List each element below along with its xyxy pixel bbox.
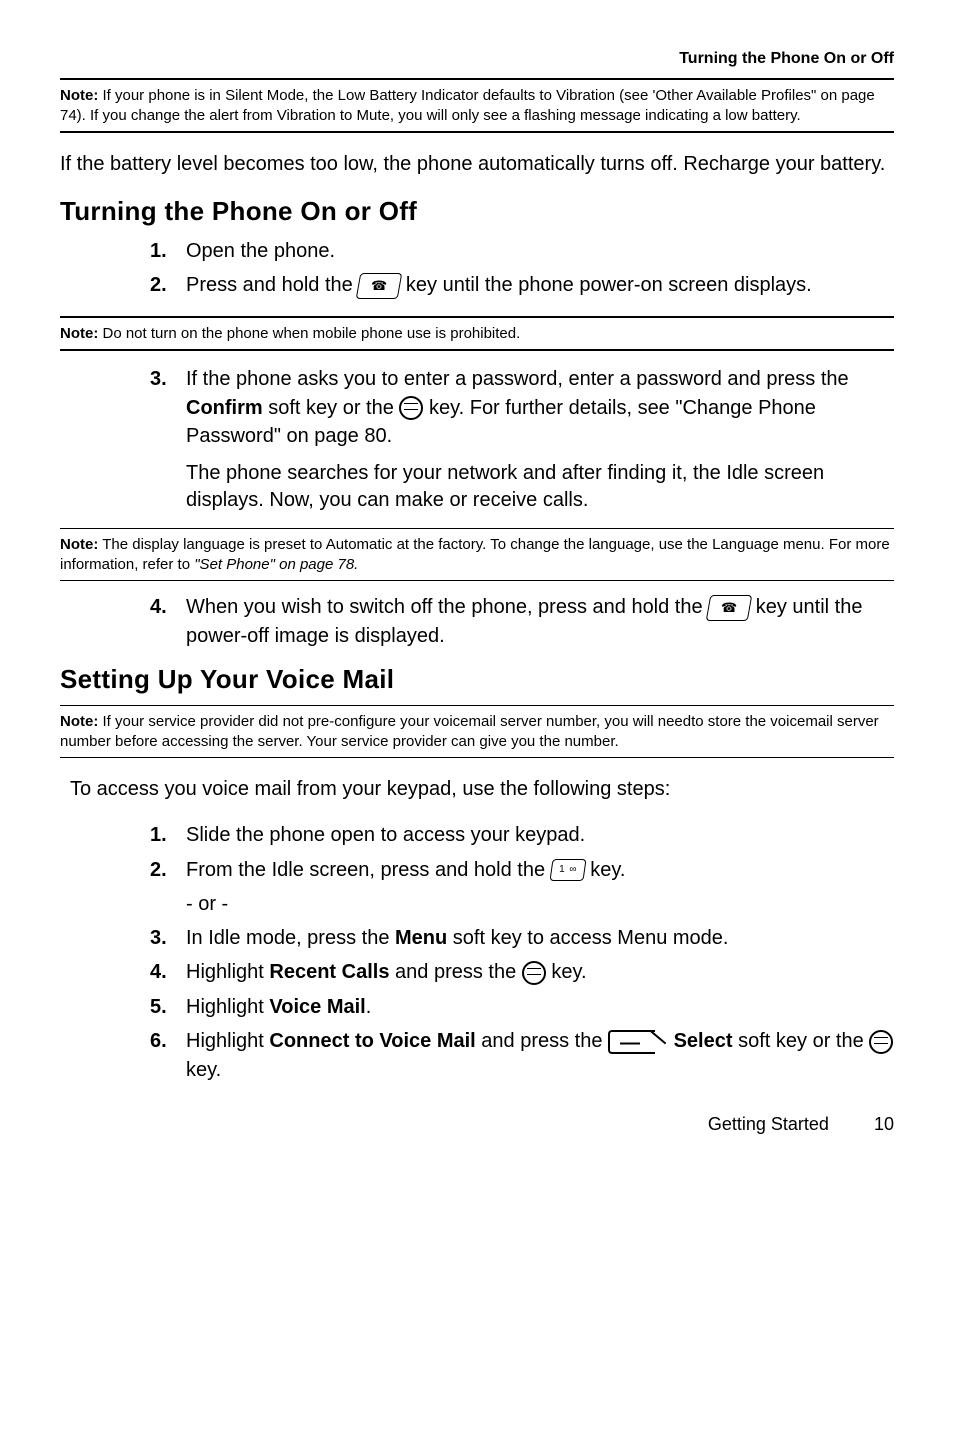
voice-mail-label: Voice Mail	[269, 996, 365, 1018]
text: soft key to access Menu mode.	[453, 927, 729, 949]
steps-power: 1. Open the phone. 2. Press and hold the…	[150, 237, 894, 300]
steps-poweroff: 4. When you wish to switch off the phone…	[150, 593, 894, 650]
heading-voicemail: Setting Up Your Voice Mail	[60, 664, 894, 695]
note-label: Note:	[60, 87, 98, 104]
left-softkey-icon	[608, 1030, 668, 1054]
rule	[60, 528, 894, 529]
page-header-section: Turning the Phone On or Off	[60, 50, 894, 68]
power-key-icon	[706, 595, 753, 621]
text: soft key or the	[738, 1030, 869, 1052]
rule	[60, 78, 894, 80]
rule	[60, 757, 894, 758]
note-text: If your service provider did not pre-con…	[60, 713, 879, 750]
note-voicemail: Note: If your service provider did not p…	[60, 712, 894, 751]
text: key until the phone power-on screen disp…	[406, 274, 812, 296]
ok-key-icon	[869, 1030, 893, 1054]
step-text: If the phone asks you to enter a passwor…	[186, 365, 894, 450]
text: Highlight	[186, 961, 269, 983]
step-text: Highlight Recent Calls and press the key…	[186, 958, 894, 986]
text: Highlight	[186, 996, 269, 1018]
vm-step-2: 2. From the Idle screen, press and hold …	[150, 856, 894, 884]
step-text: Highlight Connect to Voice Mail and pres…	[186, 1027, 894, 1084]
one-key-icon	[549, 859, 586, 881]
text: key.	[551, 961, 586, 983]
note-text: The display language is preset to Automa…	[60, 536, 890, 573]
note-reference: "Set Phone" on page 78.	[194, 556, 358, 573]
ok-key-icon	[522, 961, 546, 985]
or-separator: - or -	[186, 890, 894, 918]
steps-voicemail: 1. Slide the phone open to access your k…	[150, 821, 894, 884]
text: Highlight	[186, 1030, 269, 1052]
battery-low-paragraph: If the battery level becomes too low, th…	[60, 151, 894, 178]
step-number: 2.	[150, 856, 186, 884]
step-2: 2. Press and hold the key until the phon…	[150, 271, 894, 299]
page-number: 10	[874, 1114, 894, 1135]
note-text: Do not turn on the phone when mobile pho…	[98, 325, 520, 342]
text: When you wish to switch off the phone, p…	[186, 596, 708, 618]
connect-voicemail-label: Connect to Voice Mail	[269, 1030, 475, 1052]
note-language: Note: The display language is preset to …	[60, 535, 894, 574]
footer-section: Getting Started	[708, 1114, 829, 1134]
vm-step-5: 5. Highlight Voice Mail.	[150, 993, 894, 1021]
text: key.	[590, 859, 625, 881]
note-text: If your phone is in Silent Mode, the Low…	[60, 87, 875, 124]
step-text: Slide the phone open to access your keyp…	[186, 821, 894, 849]
rule	[60, 705, 894, 706]
step-number: 6.	[150, 1027, 186, 1084]
text: In Idle mode, press the	[186, 927, 395, 949]
step-text: Highlight Voice Mail.	[186, 993, 894, 1021]
step-text: Open the phone.	[186, 237, 894, 265]
step-text: Press and hold the key until the phone p…	[186, 271, 894, 299]
text: soft key or the	[268, 397, 399, 419]
step-text: In Idle mode, press the Menu soft key to…	[186, 924, 894, 952]
power-key-icon	[356, 273, 403, 299]
voicemail-intro: To access you voice mail from your keypa…	[70, 776, 894, 803]
step-number: 4.	[150, 958, 186, 986]
text: Press and hold the	[186, 274, 358, 296]
steps-password: 3. If the phone asks you to enter a pass…	[150, 365, 894, 450]
text: From the Idle screen, press and hold the	[186, 859, 551, 881]
recent-calls-label: Recent Calls	[269, 961, 389, 983]
note-label: Note:	[60, 536, 98, 553]
step-number: 4.	[150, 593, 186, 650]
text: and press the	[395, 961, 522, 983]
note-do-not-turn-on: Note: Do not turn on the phone when mobi…	[60, 324, 894, 344]
text: .	[366, 996, 372, 1018]
vm-step-3: 3. In Idle mode, press the Menu soft key…	[150, 924, 894, 952]
step-number: 1.	[150, 821, 186, 849]
note-label: Note:	[60, 325, 98, 342]
confirm-label: Confirm	[186, 397, 263, 419]
menu-label: Menu	[395, 927, 447, 949]
text: key.	[186, 1059, 221, 1081]
page-footer: Getting Started 10	[60, 1114, 894, 1135]
vm-step-4: 4. Highlight Recent Calls and press the …	[150, 958, 894, 986]
step-3-followup: The phone searches for your network and …	[186, 460, 894, 514]
note-label: Note:	[60, 713, 98, 730]
rule	[60, 316, 894, 318]
step-number: 2.	[150, 271, 186, 299]
vm-step-1: 1. Slide the phone open to access your k…	[150, 821, 894, 849]
rule	[60, 580, 894, 581]
text: If the phone asks you to enter a passwor…	[186, 368, 849, 390]
step-text: From the Idle screen, press and hold the…	[186, 856, 894, 884]
step-number: 5.	[150, 993, 186, 1021]
text: and press the	[481, 1030, 608, 1052]
step-4: 4. When you wish to switch off the phone…	[150, 593, 894, 650]
steps-voicemail-cont: 3. In Idle mode, press the Menu soft key…	[150, 924, 894, 1084]
step-1: 1. Open the phone.	[150, 237, 894, 265]
step-number: 3.	[150, 924, 186, 952]
step-3: 3. If the phone asks you to enter a pass…	[150, 365, 894, 450]
vm-step-6: 6. Highlight Connect to Voice Mail and p…	[150, 1027, 894, 1084]
rule	[60, 349, 894, 351]
step-number: 3.	[150, 365, 186, 450]
step-text: When you wish to switch off the phone, p…	[186, 593, 894, 650]
rule	[60, 131, 894, 133]
ok-key-icon	[399, 396, 423, 420]
step-number: 1.	[150, 237, 186, 265]
note-silent-mode: Note: If your phone is in Silent Mode, t…	[60, 86, 894, 125]
heading-turning-on-off: Turning the Phone On or Off	[60, 196, 894, 227]
select-label: Select	[674, 1030, 733, 1052]
